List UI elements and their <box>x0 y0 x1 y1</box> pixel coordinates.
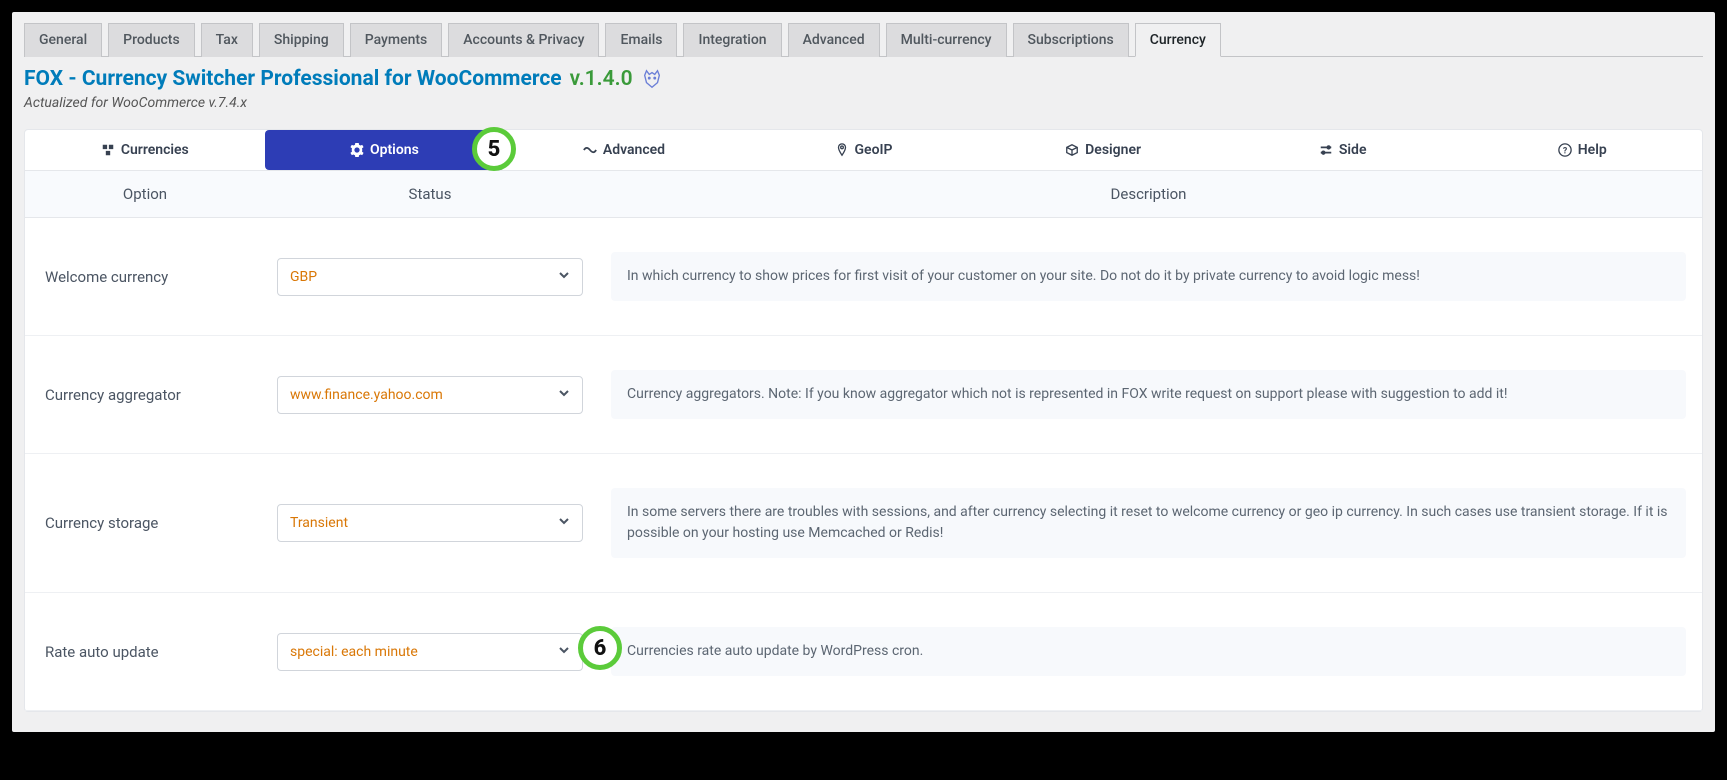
rate-auto-select[interactable]: special: each minute <box>277 633 583 671</box>
subtab-options[interactable]: Options <box>265 130 505 170</box>
subtab-designer[interactable]: Designer <box>983 130 1223 170</box>
chevron-down-icon <box>558 515 570 531</box>
plugin-title: FOX - Currency Switcher Professional for… <box>24 67 1703 91</box>
option-row-storage: Currency storage Transient In some serve… <box>25 454 1702 593</box>
select-value: GBP <box>290 269 317 285</box>
woocommerce-top-tabs: General Products Tax Shipping Payments A… <box>24 22 1703 57</box>
pin-icon <box>835 143 849 157</box>
subtab-geoip[interactable]: GeoIP <box>744 130 984 170</box>
subtab-advanced-label: Advanced <box>603 142 665 158</box>
wave-icon <box>583 143 597 157</box>
tab-integration[interactable]: Integration <box>683 23 781 57</box>
select-value: special: each minute <box>290 644 418 660</box>
select-value: Transient <box>290 515 348 531</box>
plugin-version: v.1.4.0 <box>570 67 633 91</box>
help-icon: ? <box>1558 143 1572 157</box>
plugin-subtitle: Actualized for WooCommerce v.7.4.x <box>24 95 1703 111</box>
subtab-side-label: Side <box>1339 142 1367 158</box>
gear-icon <box>350 143 364 157</box>
fox-icon <box>641 68 663 90</box>
chevron-down-icon <box>558 644 570 660</box>
subtab-geoip-label: GeoIP <box>855 142 893 158</box>
option-row-aggregator: Currency aggregator www.finance.yahoo.co… <box>25 336 1702 454</box>
option-label: Welcome currency <box>25 268 265 286</box>
subtab-advanced[interactable]: Advanced <box>504 130 744 170</box>
subtab-help[interactable]: ? Help <box>1462 130 1702 170</box>
option-label: Currency storage <box>25 514 265 532</box>
chevron-down-icon <box>558 269 570 285</box>
storage-select[interactable]: Transient <box>277 504 583 542</box>
tab-payments[interactable]: Payments <box>350 23 443 57</box>
option-description: Currency aggregators. Note: If you know … <box>611 370 1686 419</box>
select-value: www.finance.yahoo.com <box>290 387 443 403</box>
tab-multi-currency[interactable]: Multi-currency <box>886 23 1007 57</box>
option-description: In which currency to show prices for fir… <box>611 252 1686 301</box>
svg-text:?: ? <box>1563 147 1568 157</box>
tab-advanced[interactable]: Advanced <box>788 23 880 57</box>
option-label: Rate auto update <box>25 643 265 661</box>
settings-window: General Products Tax Shipping Payments A… <box>12 12 1715 732</box>
tab-accounts-privacy[interactable]: Accounts & Privacy <box>448 23 599 57</box>
subtab-designer-label: Designer <box>1085 142 1141 158</box>
option-row-rate-auto: Rate auto update special: each minute Cu… <box>25 593 1702 711</box>
tab-currency[interactable]: Currency <box>1135 23 1221 57</box>
annotation-marker-5: 5 <box>472 127 516 171</box>
cubes-icon <box>101 143 115 157</box>
annotation-marker-6: 6 <box>578 626 622 670</box>
option-description: In some servers there are troubles with … <box>611 488 1686 558</box>
tab-subscriptions[interactable]: Subscriptions <box>1013 23 1129 57</box>
header-description: Description <box>595 185 1702 203</box>
tab-general[interactable]: General <box>24 23 102 57</box>
content-area: Currencies Options Advanced GeoIP Design… <box>24 129 1703 712</box>
subtab-currencies-label: Currencies <box>121 142 189 158</box>
subtab-side[interactable]: Side <box>1223 130 1463 170</box>
header-option: Option <box>25 185 265 203</box>
box-icon <box>1065 143 1079 157</box>
aggregator-select[interactable]: www.finance.yahoo.com <box>277 376 583 414</box>
welcome-currency-select[interactable]: GBP <box>277 258 583 296</box>
tab-tax[interactable]: Tax <box>201 23 253 57</box>
option-description: Currencies rate auto update by WordPress… <box>611 627 1686 676</box>
tab-products[interactable]: Products <box>108 23 195 57</box>
chevron-down-icon <box>558 387 570 403</box>
header-status: Status <box>265 185 595 203</box>
subtab-currencies[interactable]: Currencies <box>25 130 265 170</box>
options-panel: Currencies Options Advanced GeoIP Design… <box>24 129 1703 712</box>
tab-shipping[interactable]: Shipping <box>259 23 344 57</box>
sub-tabs: Currencies Options Advanced GeoIP Design… <box>25 130 1702 171</box>
option-label: Currency aggregator <box>25 386 265 404</box>
options-table-header: Option Status Description <box>25 171 1702 218</box>
subtab-help-label: Help <box>1578 142 1607 158</box>
option-row-welcome-currency: Welcome currency GBP In which currency t… <box>25 218 1702 336</box>
subtab-options-label: Options <box>370 142 419 158</box>
tab-emails[interactable]: Emails <box>605 23 677 57</box>
sliders-icon <box>1319 143 1333 157</box>
plugin-name: FOX - Currency Switcher Professional for… <box>24 67 562 91</box>
